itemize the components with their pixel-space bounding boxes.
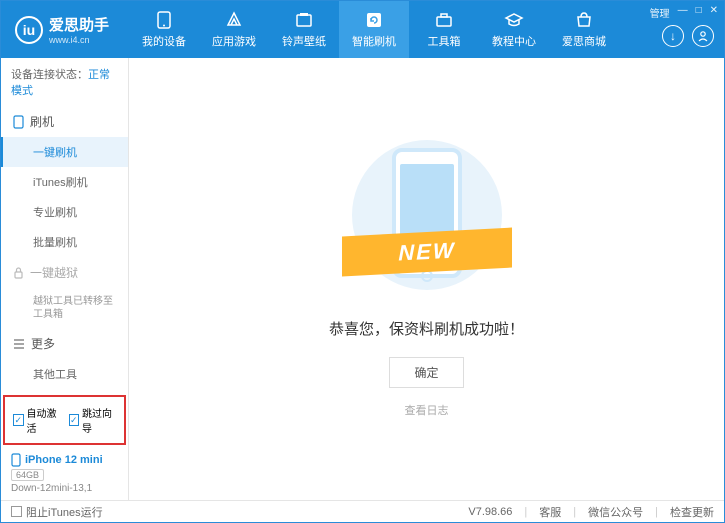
- group-more[interactable]: 更多: [1, 328, 128, 359]
- nav-store[interactable]: 爱思商城: [549, 1, 619, 58]
- close-button[interactable]: ✕: [710, 5, 718, 20]
- update-link[interactable]: 检查更新: [670, 504, 714, 520]
- sub-itunes-flash[interactable]: iTunes刷机: [1, 167, 128, 197]
- menu-icon: [13, 339, 25, 349]
- user-icon[interactable]: [692, 25, 714, 47]
- success-message: 恭喜您，保资料刷机成功啦！: [329, 318, 524, 339]
- ok-button[interactable]: 确定: [389, 357, 463, 388]
- nav-apps[interactable]: 应用游戏: [199, 1, 269, 58]
- logo-area: iu 爱思助手 www.i4.cn: [1, 14, 129, 45]
- header: iu 爱思助手 www.i4.cn 我的设备 应用游戏 铃声壁纸 智能刷机 工具…: [1, 1, 724, 58]
- maximize-button[interactable]: □: [696, 5, 702, 20]
- app-name: 爱思助手: [49, 14, 109, 35]
- success-illustration: NEW: [352, 140, 502, 300]
- group-flash[interactable]: 刷机: [1, 106, 128, 137]
- phone-icon: [154, 11, 174, 29]
- nav-ringtones[interactable]: 铃声壁纸: [269, 1, 339, 58]
- minimize-button[interactable]: —: [678, 5, 688, 20]
- window-controls: 管理 — □ ✕: [650, 5, 718, 20]
- device-capacity: 64GB: [11, 469, 44, 481]
- apps-icon: [224, 11, 244, 29]
- logo-icon: iu: [15, 16, 43, 44]
- device-info: iPhone 12 mini 64GB Down-12mini-13,1: [1, 447, 128, 500]
- checkbox-icon: [11, 506, 22, 517]
- device-version: Down-12mini-13,1: [11, 483, 118, 494]
- lock-icon: [13, 267, 24, 279]
- main-content: NEW 恭喜您，保资料刷机成功啦！ 确定 查看日志: [129, 58, 724, 500]
- top-nav: 我的设备 应用游戏 铃声壁纸 智能刷机 工具箱 教程中心 爱思商城: [129, 1, 724, 58]
- jailbreak-note: 越狱工具已转移至工具箱: [1, 288, 128, 328]
- folder-icon: [294, 11, 314, 29]
- sub-other-tools[interactable]: 其他工具: [1, 359, 128, 389]
- manage-button[interactable]: 管理: [650, 5, 670, 20]
- phone-icon: [13, 115, 24, 129]
- wechat-link[interactable]: 微信公众号: [588, 504, 643, 520]
- group-jailbreak: 一键越狱: [1, 257, 128, 288]
- phone-icon: [11, 453, 21, 467]
- download-icon[interactable]: ↓: [662, 25, 684, 47]
- view-log-link[interactable]: 查看日志: [405, 402, 449, 418]
- refresh-icon: [364, 11, 384, 29]
- footer: 阻止iTunes运行 V7.98.66 | 客服 | 微信公众号 | 检查更新: [1, 500, 724, 522]
- sub-pro-flash[interactable]: 专业刷机: [1, 197, 128, 227]
- app-url: www.i4.cn: [49, 35, 109, 45]
- checkbox-highlight: ✓ 自动激活 ✓ 跳过向导: [3, 395, 126, 445]
- device-status: 设备连接状态：正常模式: [1, 58, 128, 106]
- nav-toolbox[interactable]: 工具箱: [409, 1, 479, 58]
- chk-auto-activate[interactable]: ✓ 自动激活: [13, 405, 61, 435]
- sub-batch-flash[interactable]: 批量刷机: [1, 227, 128, 257]
- graduation-icon: [504, 11, 524, 29]
- sidebar-menu: 刷机 一键刷机 iTunes刷机 专业刷机 批量刷机 一键越狱 越狱工具已转移至…: [1, 106, 128, 393]
- version-label: V7.98.66: [468, 506, 512, 518]
- device-name[interactable]: iPhone 12 mini: [11, 453, 118, 467]
- sidebar: 设备连接状态：正常模式 刷机 一键刷机 iTunes刷机 专业刷机 批量刷机 一…: [1, 58, 129, 500]
- toolbox-icon: [434, 11, 454, 29]
- new-ribbon: NEW: [342, 228, 512, 277]
- nav-flash[interactable]: 智能刷机: [339, 1, 409, 58]
- check-icon: ✓: [69, 414, 80, 426]
- check-icon: ✓: [13, 414, 24, 426]
- header-actions: ↓: [662, 25, 714, 47]
- sub-one-click-flash[interactable]: 一键刷机: [1, 137, 128, 167]
- chk-block-itunes[interactable]: 阻止iTunes运行: [11, 504, 103, 520]
- nav-my-device[interactable]: 我的设备: [129, 1, 199, 58]
- nav-tutorials[interactable]: 教程中心: [479, 1, 549, 58]
- chk-skip-guide[interactable]: ✓ 跳过向导: [69, 405, 117, 435]
- sub-download-firmware[interactable]: 下载固件: [1, 389, 128, 393]
- store-icon: [574, 11, 594, 29]
- service-link[interactable]: 客服: [539, 504, 561, 520]
